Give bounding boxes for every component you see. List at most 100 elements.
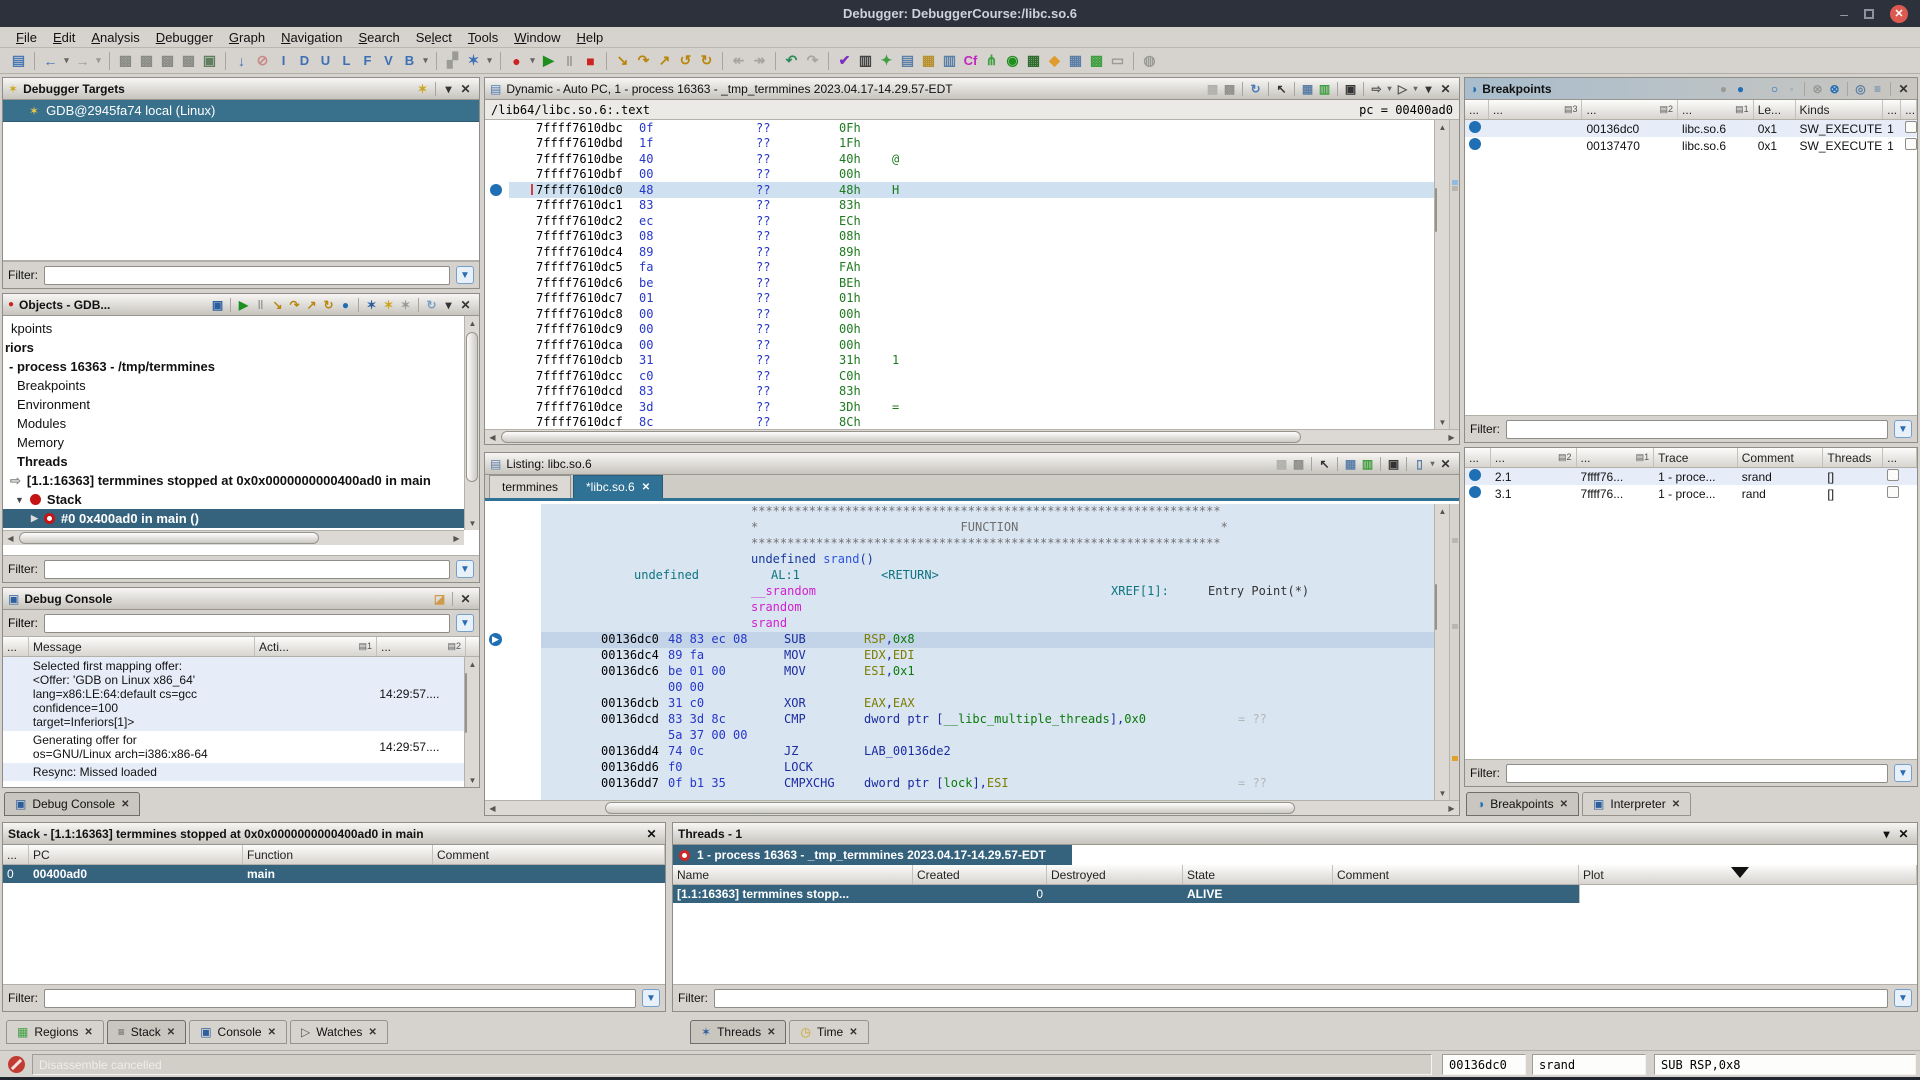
snapshot-icon[interactable]: ▣ (1342, 80, 1359, 97)
column-header[interactable]: ...▤2 (1491, 448, 1577, 467)
breakpoints-filter-input[interactable] (1506, 420, 1888, 439)
tree-item[interactable]: Environment (3, 395, 464, 414)
tree-item[interactable]: - process 16363 - /tmp/termmines (3, 357, 464, 376)
hex-row[interactable]: 7ffff7610dcf8c??8Ch (485, 415, 1434, 430)
copy-icon[interactable]: ▩ (1204, 80, 1221, 97)
stack-filter-input[interactable] (44, 989, 636, 1008)
close-icon[interactable]: ✕ (121, 799, 129, 810)
console-filter-input[interactable] (44, 614, 450, 633)
define-data-icon[interactable]: D (294, 50, 315, 72)
close-icon[interactable]: ✕ (1560, 799, 1568, 810)
clear-breakpoints-icon[interactable]: ⊗ (1826, 80, 1843, 97)
column-header[interactable]: ...▤3 (1489, 100, 1583, 119)
filter-options-icon[interactable]: ▼ (1894, 989, 1912, 1007)
paste-icon[interactable]: ▩ (1290, 455, 1307, 472)
menu-search[interactable]: Search (351, 29, 408, 46)
clear-flow-icon[interactable]: ▭ (1107, 50, 1128, 72)
snapshot-page-icon[interactable]: ▣ (199, 50, 220, 72)
goto-icon[interactable]: ⇨ (1368, 80, 1385, 97)
hex-row[interactable]: 7ffff7610dc900??00h (485, 322, 1434, 338)
tab-time[interactable]: ◷Time✕ (789, 1020, 868, 1044)
listing-line[interactable]: 00136dc6be 01 00MOVESI,0x1 (541, 664, 1445, 680)
tab-debug-console[interactable]: ▣ Debug Console ✕ (4, 792, 140, 816)
hex-row[interactable]: 7ffff7610dc701??01h (485, 291, 1434, 307)
step-over-icon[interactable]: ↷ (633, 50, 654, 72)
targets-filter-input[interactable] (44, 266, 450, 285)
column-header[interactable]: ... (1883, 100, 1901, 119)
close-icon[interactable]: ✕ (1895, 80, 1912, 97)
time-caret-icon[interactable] (1731, 867, 1749, 878)
hex-row[interactable]: 7ffff7610dc048??48hH (485, 182, 1434, 198)
hex-row[interactable]: 7ffff7610dbf00??00h (485, 167, 1434, 183)
breakpoint-checkbox[interactable] (1887, 486, 1899, 498)
stop-icon[interactable]: ■ (580, 50, 601, 72)
close-icon[interactable]: ✕ (1672, 799, 1680, 810)
binary-view-icon[interactable]: ▥ (855, 50, 876, 72)
debug-menu-icon[interactable]: ▾ (484, 50, 495, 72)
listing-line[interactable]: 00 00 (541, 680, 1445, 696)
column-header[interactable]: ...▤2 (377, 637, 466, 656)
hex-row[interactable]: 7ffff7610dcd83??83h (485, 384, 1434, 400)
hex-row[interactable]: 7ffff7610dc5fa??FAh (485, 260, 1434, 276)
hex-row[interactable]: 7ffff7610dbe40??40h@ (485, 151, 1434, 167)
clear-all-breakpoints-icon[interactable]: ⊗ (1809, 80, 1826, 97)
panel-menu-caret-icon[interactable]: ▾ (1420, 80, 1437, 97)
listing-line[interactable]: 00136dcb31 c0XOREAX,EAX (541, 696, 1445, 712)
breakpoint-checkbox[interactable] (1887, 469, 1899, 481)
listing-hscrollbar[interactable]: ◀▶ (485, 800, 1459, 815)
quick-launch-icon[interactable]: ✶ (363, 296, 380, 313)
panel-menu-caret-icon[interactable]: ▾ (1878, 825, 1895, 842)
menu-file[interactable]: File (8, 29, 45, 46)
run-script-icon[interactable]: ◉ (1002, 50, 1023, 72)
menu-window[interactable]: Window (506, 29, 568, 46)
hex-row[interactable]: 7ffff7610dce3d??3Dh= (485, 399, 1434, 415)
follow-icon[interactable]: ▷ (1394, 80, 1411, 97)
listing-line[interactable]: 5a 37 00 00 (541, 728, 1445, 744)
listing-line[interactable]: __srandomXREF[1]:Entry Point(*) (541, 584, 1445, 600)
console-message-row[interactable]: Selected first mapping offer:<Offer: 'GD… (3, 657, 464, 731)
column-header[interactable]: Comment (1738, 448, 1824, 467)
goto-menu-icon[interactable]: ▾ (1385, 80, 1394, 97)
listing-line[interactable]: 00136dd474 0cJZLAB_00136de2 (541, 744, 1445, 760)
filter-options-icon[interactable]: ▼ (642, 989, 660, 1007)
column-header[interactable]: Trace (1654, 448, 1738, 467)
tab-console[interactable]: ▣Console✕ (189, 1020, 287, 1044)
tree-item[interactable]: ▶#0 0x400ad0 in main () (3, 509, 464, 528)
memory-map-icon[interactable]: ▥ (939, 50, 960, 72)
follow-menu-icon[interactable]: ▾ (1411, 80, 1420, 97)
back-icon[interactable]: ← (40, 50, 61, 72)
diff-icon[interactable]: ▥ (1316, 80, 1333, 97)
refresh-icon[interactable]: ↻ (423, 296, 440, 313)
logical-breakpoint-row[interactable]: 2.17ffff76...1 - proce...srand[] (1465, 468, 1917, 485)
diff-icon[interactable]: ▥ (1359, 455, 1376, 472)
paste-block-icon[interactable]: ▩ (178, 50, 199, 72)
tree-item[interactable]: Memory (3, 433, 464, 452)
breakpoint-row[interactable]: 00137470libc.so.60x1SW_EXECUTE1 (1465, 137, 1917, 154)
sidebar-icon[interactable]: ▯ (1411, 455, 1428, 472)
objects-vscrollbar[interactable]: ▲▼ (464, 316, 479, 530)
tab-threads[interactable]: ✶Threads✕ (690, 1020, 786, 1044)
column-header[interactable]: ... (1883, 448, 1917, 467)
validate-icon[interactable]: ✔ (834, 50, 855, 72)
interrupt-icon[interactable]: ‖ (559, 50, 580, 72)
hex-row[interactable]: 7ffff7610dca00??00h (485, 337, 1434, 353)
breakpoint-enabled-icon[interactable] (1469, 121, 1481, 133)
record-icon[interactable]: ● (506, 50, 527, 72)
call-tree-icon[interactable]: ⋔ (981, 50, 1002, 72)
breakpoint-row[interactable]: 00136dc0libc.so.60x1SW_EXECUTE1 (1465, 120, 1917, 137)
minimize-button[interactable]: – (1840, 7, 1848, 21)
menu-edit[interactable]: Edit (45, 29, 83, 46)
memory-search-icon[interactable]: ◍ (1139, 50, 1160, 72)
maximize-button[interactable] (1864, 9, 1874, 19)
listing-line[interactable]: * FUNCTION * (541, 520, 1445, 536)
step-over-icon[interactable]: ↷ (286, 296, 303, 313)
tab-stack[interactable]: ≡Stack✕ (107, 1020, 186, 1044)
menu-debugger[interactable]: Debugger (148, 29, 221, 46)
close-button[interactable]: ✕ (1890, 5, 1908, 23)
dynamic-hscrollbar[interactable]: ◀▶ (485, 429, 1459, 444)
menu-graph[interactable]: Graph (221, 29, 273, 46)
dynamic-vscrollbar[interactable]: ▲▼ (1434, 120, 1449, 429)
panel-menu-caret-icon[interactable]: ▾ (440, 80, 457, 97)
logical-breakpoints-filter-input[interactable] (1506, 764, 1888, 783)
close-icon[interactable]: ✕ (767, 1027, 775, 1038)
